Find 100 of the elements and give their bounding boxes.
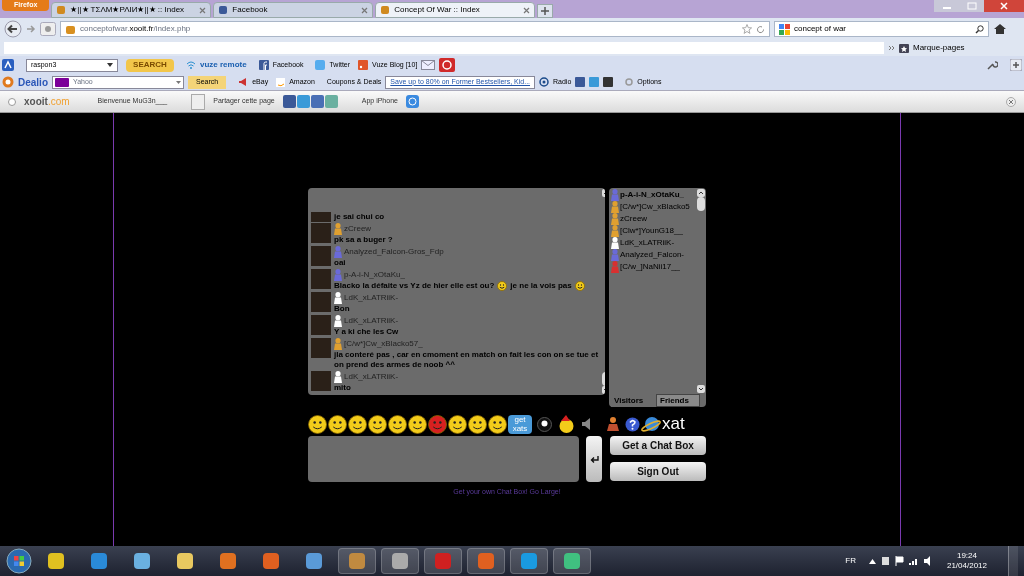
username: Analyzed_Falcon-Gros_Fdp <box>344 247 444 257</box>
avatar-image <box>311 269 331 289</box>
close-icon[interactable] <box>523 6 531 14</box>
smiley-icon[interactable] <box>468 414 487 434</box>
facebook-icon[interactable] <box>258 60 269 70</box>
clock-date[interactable]: 21/04/2012 <box>946 561 987 571</box>
cb-logo-icon[interactable] <box>439 58 456 72</box>
back-icon[interactable] <box>4 20 22 38</box>
close-icon[interactable] <box>1006 96 1016 107</box>
share-icon[interactable] <box>310 95 324 108</box>
dealio-logo[interactable]: Dealio <box>18 74 48 90</box>
clock-time[interactable]: 19:24 <box>956 551 977 561</box>
scrollbar-thumb[interactable] <box>696 197 705 211</box>
message-text: pk sa a buger ? <box>334 235 393 245</box>
close-icon[interactable] <box>984 0 1024 12</box>
share-icon[interactable] <box>296 95 310 108</box>
wifi-icon <box>186 60 196 70</box>
browser-tab[interactable]: Facebook <box>213 2 374 18</box>
username: LdK_xLATRiiK- <box>344 293 399 303</box>
message-text: oai <box>334 258 346 268</box>
show-desktop-button[interactable] <box>1008 546 1018 576</box>
new-tab-icon[interactable] <box>537 4 554 18</box>
list-tab[interactable]: Friends <box>656 394 700 407</box>
message-input-field[interactable] <box>308 436 580 482</box>
radio-icon[interactable] <box>539 77 550 87</box>
send-button[interactable] <box>586 436 602 482</box>
user-list-item[interactable]: [C/w*]Cw_xBlacko5 <box>620 201 690 213</box>
search-field[interactable]: concept of war <box>774 21 989 37</box>
user-list-item[interactable]: zCreew <box>620 213 648 225</box>
party-smiley-icon[interactable] <box>557 414 576 434</box>
flag-tray-icon[interactable] <box>894 556 904 566</box>
smiley-icon[interactable] <box>348 414 367 434</box>
tab-title: ★||★ ΤΣΛΜ★ΡΛΙИ★||★ :: Index <box>70 4 186 16</box>
smiley-icon[interactable] <box>448 414 467 434</box>
speaker-icon[interactable] <box>581 417 593 431</box>
toolbar-logo-icon[interactable] <box>2 59 14 71</box>
smiley-icon[interactable] <box>488 414 507 434</box>
smiley-icon[interactable] <box>408 414 427 434</box>
site-icon <box>65 23 76 35</box>
star-icon[interactable] <box>742 24 752 34</box>
smiley-icon[interactable] <box>308 414 327 434</box>
user-list-item[interactable]: [Clw*]YounG18__ <box>620 225 683 237</box>
share-icon[interactable] <box>282 95 296 108</box>
language-indicator[interactable]: FR <box>845 555 856 567</box>
avatar-image <box>311 338 331 358</box>
search-icon[interactable] <box>975 24 984 34</box>
app-icon[interactable] <box>405 95 419 108</box>
browser-tab[interactable]: Concept Of War :: Index <box>375 2 536 18</box>
message-text: Y a ki che les Cw <box>334 327 399 337</box>
add-icon[interactable] <box>1010 59 1022 71</box>
smiley-icon[interactable] <box>328 414 347 434</box>
page-icon <box>56 5 67 15</box>
scroll-down-icon[interactable] <box>696 385 705 393</box>
start-button-icon[interactable] <box>6 548 32 574</box>
help-icon[interactable] <box>625 416 640 432</box>
home-icon[interactable] <box>993 23 1007 35</box>
bookmarks-icon[interactable] <box>899 43 909 53</box>
address-bar[interactable]: conceptofwar.xooit.fr/index.php <box>60 21 770 37</box>
return-arrow-icon <box>589 455 599 463</box>
search-button[interactable]: SEARCH <box>126 58 174 72</box>
vuze-remote-link[interactable]: vuze remote <box>200 59 247 71</box>
device-icon[interactable] <box>880 556 890 566</box>
message-text: jla conteré pas , car en cmoment en match on fait les con on se tue et on prend des armes de noob ^^ <box>334 350 600 370</box>
xooit-logo[interactable]: xooit.com <box>24 94 70 109</box>
close-icon[interactable] <box>361 6 369 14</box>
smiley-icon[interactable] <box>368 414 387 434</box>
tab-title: Concept Of War :: Index <box>394 4 481 16</box>
smiley-icon[interactable] <box>388 414 407 434</box>
google-plus-icon[interactable] <box>603 77 614 87</box>
bookmarks-label[interactable]: Marque-pages <box>913 42 965 54</box>
user-list-item[interactable]: Analyzed_Falcon- <box>620 249 685 261</box>
smiley-icon <box>497 281 508 291</box>
facebook-icon[interactable] <box>575 77 586 87</box>
tray-arrow-icon[interactable] <box>868 558 876 564</box>
page-icon <box>380 5 391 15</box>
browser-tab[interactable]: ★||★ ΤΣΛΜ★ΡΛΙИ★||★ :: Index <box>51 2 212 18</box>
dropdown-icon[interactable] <box>107 63 113 67</box>
message-text: Blacko la défaite vs Yz de hier elle est ou? <box>334 281 495 291</box>
chat-action-button[interactable]: Sign Out <box>610 462 706 481</box>
user-list-item[interactable]: [C/w_]NaNii17__ <box>620 261 681 273</box>
chat-action-button[interactable]: Get a Chat Box <box>610 436 706 455</box>
username: LdK_xLATRiiK- <box>344 372 399 382</box>
user-list-item[interactable]: LdK_xLATRiiK- <box>620 237 675 249</box>
user-icon[interactable] <box>606 416 620 432</box>
reload-icon[interactable] <box>756 24 765 34</box>
search-text: concept of war <box>794 23 848 35</box>
mail-icon[interactable] <box>421 60 436 70</box>
xat-logo[interactable]: xat <box>662 415 685 433</box>
avatar-image <box>311 292 331 312</box>
eight-ball-icon[interactable] <box>537 416 552 432</box>
scroll-up-icon[interactable] <box>696 189 705 197</box>
wrench-icon[interactable] <box>986 59 998 71</box>
avatar-image <box>311 371 331 391</box>
close-icon[interactable] <box>199 6 207 14</box>
chevron-icon[interactable] <box>888 45 895 51</box>
planet-icon[interactable] <box>641 415 661 433</box>
user-list-item[interactable]: p-A-i-N_xOtaKu_ <box>620 189 684 201</box>
signal-icon[interactable] <box>908 557 919 565</box>
rss-icon[interactable] <box>358 60 369 70</box>
username: p-A-i-N_xOtaKu_ <box>344 270 405 280</box>
